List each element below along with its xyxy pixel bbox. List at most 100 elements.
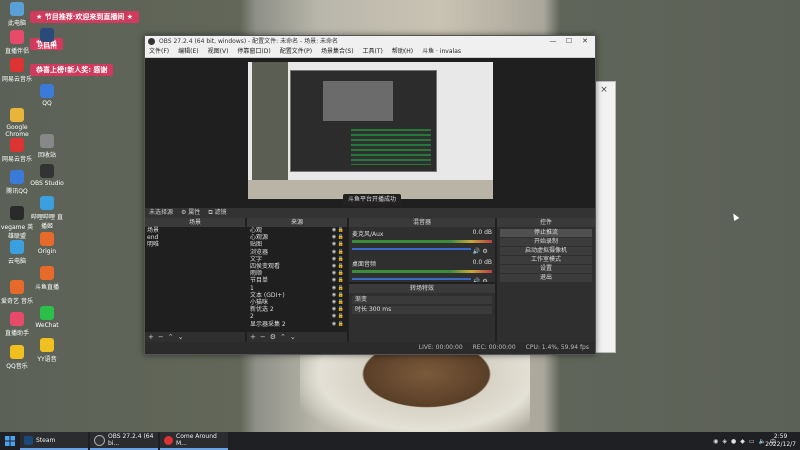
desktop-icon[interactable]: 此电脑 (0, 2, 34, 27)
tray-app-icon[interactable]: ◈ (722, 438, 727, 445)
transition-duration[interactable]: 时长 300 ms (352, 306, 492, 314)
settings-button[interactable]: 设置 (500, 265, 592, 273)
volume-slider[interactable] (352, 248, 471, 250)
desktop-icon[interactable]: Steam (30, 28, 64, 51)
speaker-icon[interactable]: 🔊 (473, 248, 480, 255)
taskbar-clock[interactable]: 2:59 2022/12/7 (765, 433, 796, 449)
visibility-lock-icons[interactable]: ◉ 🔒 (332, 241, 344, 248)
app-icon (40, 232, 54, 246)
maximize-icon[interactable]: ☐ (561, 36, 577, 47)
menu-scene-collection[interactable]: 场景集合(S) (321, 47, 354, 57)
visibility-lock-icons[interactable]: ◉ 🔒 (332, 313, 344, 320)
source-item[interactable]: 显示器采集 2 ◉ 🔒 (247, 321, 347, 328)
source-item[interactable]: 浏览器 ◉ 🔒 (247, 249, 347, 256)
desktop-icon[interactable]: YY语音 (30, 338, 64, 363)
minimize-icon[interactable]: — (545, 36, 561, 47)
visibility-lock-icons[interactable]: ◉ 🔒 (332, 285, 344, 292)
menu-file[interactable]: 文件(F) (149, 47, 169, 57)
menu-tools[interactable]: 工具(T) (363, 47, 383, 57)
move-up-icon[interactable]: ⌃ (168, 333, 178, 341)
taskbar-item-steam[interactable]: Steam (20, 432, 88, 450)
tray-app-icon[interactable]: ● (731, 438, 736, 445)
menu-docks[interactable]: 停靠窗口(D) (237, 47, 270, 57)
remove-source-icon[interactable]: − (260, 333, 270, 341)
desktop-icon[interactable]: WeChat (30, 306, 64, 329)
move-down-icon[interactable]: ⌄ (178, 333, 188, 341)
studio-mode-button[interactable]: 工作室模式 (500, 256, 592, 264)
desktop-icon[interactable]: Google Chrome (0, 108, 34, 138)
gear-icon[interactable]: ⚙ (482, 248, 487, 255)
move-up-icon[interactable]: ⌃ (280, 333, 290, 341)
duration-value[interactable]: 300 ms (369, 306, 391, 313)
desktop-icon[interactable]: 腾讯QQ (0, 170, 34, 195)
desktop-icon[interactable]: 直播伴侣 (0, 30, 34, 55)
start-recording-button[interactable]: 开始录制 (500, 238, 592, 246)
taskbar-item-obs[interactable]: OBS 27.2.4 (64 bi... (90, 432, 158, 450)
desktop-icon[interactable]: 网易云音乐 (0, 58, 34, 83)
scenes-list[interactable]: 场景 end 明唯 (145, 227, 245, 332)
volume-slider[interactable] (352, 278, 471, 280)
add-scene-icon[interactable]: + (148, 333, 158, 341)
transition-type: 渐变 (355, 296, 368, 303)
track-db: 0.0 dB (472, 259, 492, 266)
gear-icon[interactable]: ⚙ (482, 278, 487, 282)
exit-button[interactable]: 退出 (500, 274, 592, 282)
tray-app-icon[interactable]: ◆ (740, 438, 745, 445)
filters-button[interactable]: ⧉ 滤镜 (208, 208, 226, 218)
start-virtual-camera-button[interactable]: 启动虚拟摄像机 (500, 247, 592, 255)
desktop-icon[interactable]: Origin (30, 232, 64, 255)
menu-profile[interactable]: 配置文件(P) (280, 47, 312, 57)
move-down-icon[interactable]: ⌄ (290, 333, 300, 341)
menu-view[interactable]: 视图(V) (208, 47, 229, 57)
source-item[interactable]: 文字 ◉ 🔒 (247, 256, 347, 263)
properties-button[interactable]: ⚙ 属性 (181, 208, 200, 218)
visibility-lock-icons[interactable]: ◉ 🔒 (332, 292, 344, 299)
preview-canvas[interactable] (248, 62, 493, 199)
source-item[interactable]: 文本 (GDI+) ◉ 🔒 (247, 292, 347, 299)
desktop-icon[interactable]: 云电脑 (0, 240, 34, 265)
desktop-icon[interactable]: 斗鱼直播 (30, 266, 64, 291)
source-settings-icon[interactable]: ⚙ (270, 333, 280, 341)
scene-item[interactable]: 明唯 (145, 241, 245, 248)
speaker-icon[interactable]: 🔊 (473, 278, 480, 282)
app-icon (10, 345, 24, 359)
background-window-close-icon[interactable]: × (594, 81, 614, 101)
source-item[interactable]: 1 ◉ 🔒 (247, 285, 347, 292)
stop-streaming-button[interactable]: 停止推流 (500, 229, 592, 237)
add-source-icon[interactable]: + (250, 333, 260, 341)
desktop-icon[interactable]: OBS Studio (30, 164, 64, 187)
start-button[interactable] (0, 432, 20, 450)
transition-select[interactable]: 渐变 (352, 296, 492, 304)
desktop-icon[interactable]: 哔哩哔哩 直播姬 (30, 196, 64, 230)
menu-douyu[interactable]: 斗鱼 · invalas (422, 47, 461, 57)
clock-date: 2022/12/7 (765, 441, 796, 448)
obs-titlebar[interactable]: OBS 27.2.4 (64 bit, windows) - 配置文件: 未命名… (145, 36, 595, 47)
scene-item[interactable]: end (145, 234, 245, 241)
visibility-lock-icons[interactable]: ◉ 🔒 (332, 321, 344, 328)
background-window[interactable] (594, 81, 616, 353)
desktop-icon[interactable]: 直播助手 (0, 312, 34, 337)
tray-app-icon[interactable]: ◉ (713, 438, 718, 445)
visibility-lock-icons[interactable]: ◉ 🔒 (332, 249, 344, 256)
source-item[interactable]: 2 ◉ 🔒 (247, 313, 347, 320)
desktop-icon[interactable]: QQ (30, 84, 64, 107)
scene-item[interactable]: 场景 (145, 227, 245, 234)
visibility-lock-icons[interactable]: ◉ 🔒 (332, 256, 344, 263)
obs-preview[interactable] (145, 58, 595, 208)
desktop-icon[interactable]: 网易云音乐 (0, 138, 34, 163)
taskbar-item-music[interactable]: Come Around M... (160, 432, 228, 450)
desktop-icon[interactable]: vegame 英雄联盟 (0, 206, 34, 240)
close-icon[interactable]: ✕ (577, 36, 593, 47)
obs-window[interactable]: OBS 27.2.4 (64 bit, windows) - 配置文件: 未命名… (144, 35, 596, 355)
desktop-icon[interactable]: 回收站 (30, 134, 64, 159)
menu-help[interactable]: 帮助(H) (392, 47, 413, 57)
sources-list[interactable]: 心观 ◉ 🔒 心观源 ◉ 🔒 贴图 ◉ 🔒 浏览器 ◉ 🔒 文字 ◉ 🔒 四侯变观看 ◉ 🔒 雨顺 ◉ 🔒… (247, 227, 347, 332)
remove-scene-icon[interactable]: − (158, 333, 168, 341)
desktop-icon[interactable]: QQ音乐 (0, 345, 34, 370)
source-item[interactable]: 节目单 ◉ 🔒 (247, 277, 347, 284)
source-item[interactable]: 贴图 ◉ 🔒 (247, 241, 347, 248)
visibility-lock-icons[interactable]: ◉ 🔒 (332, 277, 344, 284)
menu-edit[interactable]: 编辑(E) (178, 47, 198, 57)
network-icon[interactable]: ▭ (749, 438, 755, 445)
desktop-icon[interactable]: 爱奇艺 音乐 (0, 280, 34, 305)
